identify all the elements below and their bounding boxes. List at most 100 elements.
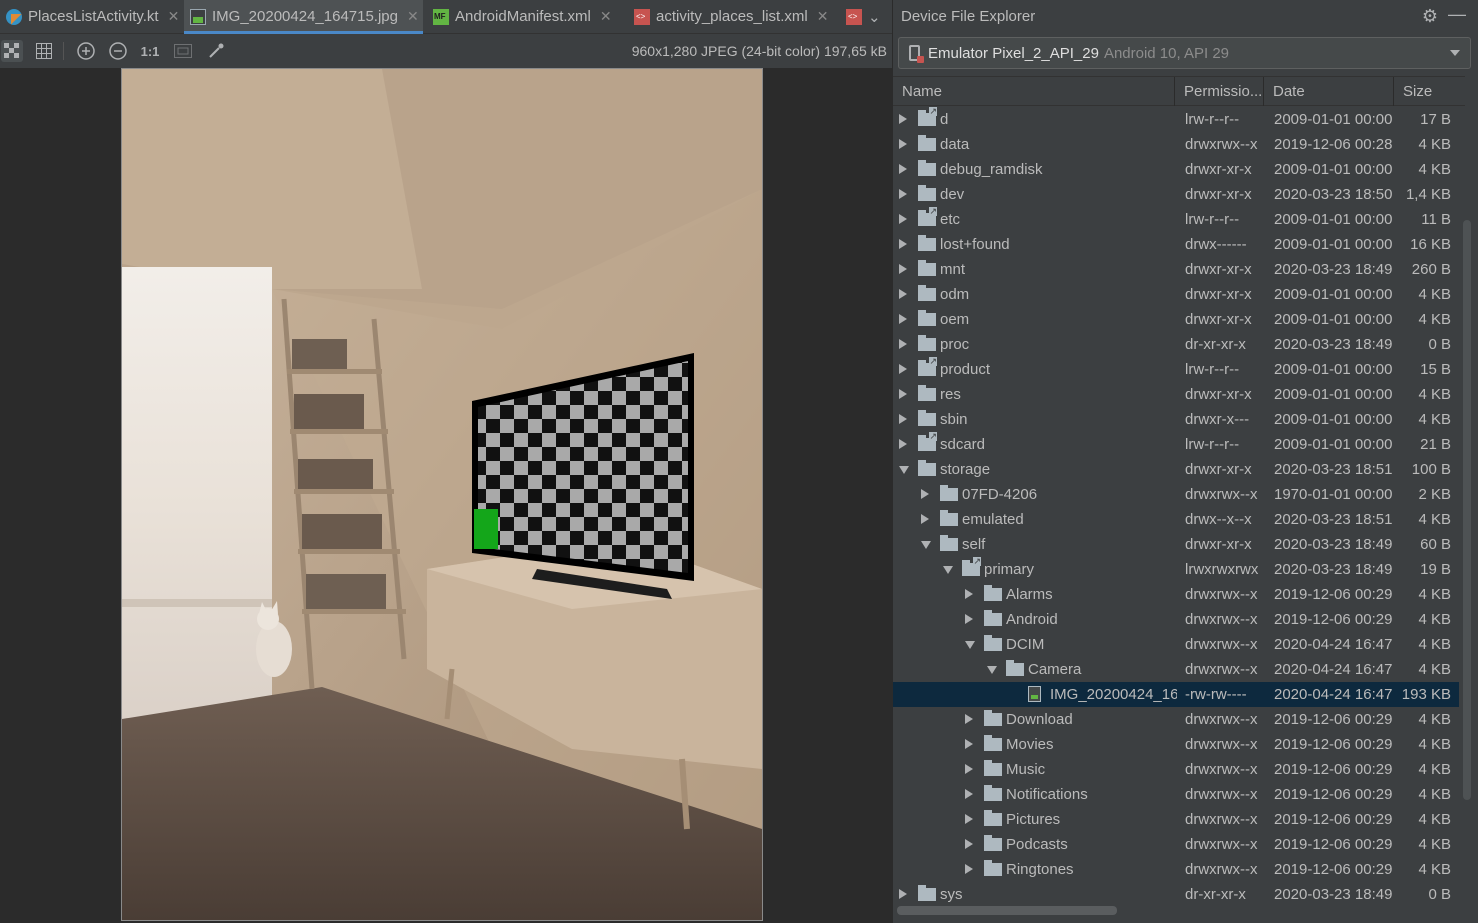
folder-row[interactable]: proc dr-xr-xr-x 2020-03-23 18:49 0 B <box>893 332 1459 357</box>
tab-list-dropdown[interactable]: ⌄ <box>862 0 886 33</box>
expand-arrow-right-icon[interactable] <box>965 714 973 724</box>
close-icon[interactable]: ✕ <box>817 8 829 25</box>
folder-row[interactable]: debug_ramdisk drwxr-xr-x 2009-01-01 00:00 4… <box>893 157 1459 182</box>
folder-row[interactable]: DCIM drwxrwx--x 2020-04-24 16:47 4 KB <box>893 632 1459 657</box>
column-header-permissions[interactable]: Permissio... <box>1184 83 1262 100</box>
expand-arrow-down-icon[interactable] <box>943 566 953 574</box>
column-header-name[interactable]: Name <box>902 83 942 100</box>
folder-row[interactable]: res drwxr-xr-x 2009-01-01 00:00 4 KB <box>893 382 1459 407</box>
expand-arrow-right-icon[interactable] <box>921 514 929 524</box>
grid-button[interactable] <box>33 40 55 62</box>
folder-row[interactable]: Android drwxrwx--x 2019-12-06 00:29 4 KB <box>893 607 1459 632</box>
expand-arrow-right-icon[interactable] <box>965 764 973 774</box>
expand-arrow-right-icon[interactable] <box>965 814 973 824</box>
folder-row[interactable]: Camera drwxrwx--x 2020-04-24 16:47 4 KB <box>893 657 1459 682</box>
folder-row[interactable]: self drwxr-xr-x 2020-03-23 18:49 60 B <box>893 532 1459 557</box>
folder-row[interactable]: sbin drwxr-x--- 2009-01-01 00:00 4 KB <box>893 407 1459 432</box>
expand-arrow-right-icon[interactable] <box>899 114 907 124</box>
folder-row[interactable]: lost+found drwx------ 2009-01-01 00:00 16 K… <box>893 232 1459 257</box>
entry-date: 2019-12-06 00:28 <box>1274 136 1393 153</box>
actual-size-button[interactable]: 1:1 <box>139 40 161 62</box>
folder-row[interactable]: Alarms drwxrwx--x 2019-12-06 00:29 4 KB <box>893 582 1459 607</box>
folder-row[interactable]: Podcasts drwxrwx--x 2019-12-06 00:29 4 KB <box>893 832 1459 857</box>
expand-arrow-right-icon[interactable] <box>899 364 907 374</box>
folder-row[interactable]: dev drwxr-xr-x 2020-03-23 18:50 1,4 KB <box>893 182 1459 207</box>
entry-name: data <box>940 136 970 153</box>
expand-arrow-right-icon[interactable] <box>965 739 973 749</box>
entry-name: sys <box>940 886 963 902</box>
column-header-size[interactable]: Size <box>1403 83 1432 100</box>
folder-icon <box>984 835 1002 851</box>
expand-arrow-right-icon[interactable] <box>899 189 907 199</box>
expand-arrow-right-icon[interactable] <box>899 214 907 224</box>
column-divider[interactable] <box>1263 77 1264 106</box>
folder-icon <box>984 760 1002 776</box>
tab-img-20200424[interactable]: IMG_20200424_164715.jpg ✕ <box>184 0 423 34</box>
folder-row[interactable]: sdcard lrw-r--r-- 2009-01-01 00:00 21 B <box>893 432 1459 457</box>
minimize-icon[interactable]: — <box>1448 4 1466 25</box>
close-icon[interactable]: ✕ <box>407 8 419 25</box>
folder-row[interactable]: 07FD-4206 drwxrwx--x 1970-01-01 00:00 2 KB <box>893 482 1459 507</box>
expand-arrow-right-icon[interactable] <box>965 864 973 874</box>
close-icon[interactable]: ✕ <box>600 8 612 25</box>
zoom-in-button[interactable] <box>75 40 97 62</box>
expand-arrow-right-icon[interactable] <box>921 489 929 499</box>
expand-arrow-right-icon[interactable] <box>899 314 907 324</box>
folder-row[interactable]: product lrw-r--r-- 2009-01-01 00:00 15 B <box>893 357 1459 382</box>
tab-android-manifest[interactable]: AndroidManifest.xml ✕ <box>427 0 624 33</box>
expand-arrow-right-icon[interactable] <box>965 589 973 599</box>
folder-row[interactable]: Ringtones drwxrwx--x 2019-12-06 00:29 4 KB <box>893 857 1459 882</box>
tab-places-list-activity[interactable]: PlacesListActivity.kt ✕ <box>0 0 182 33</box>
column-header-date[interactable]: Date <box>1273 83 1305 100</box>
expand-arrow-down-icon[interactable] <box>921 541 931 549</box>
folder-row[interactable]: storage drwxr-xr-x 2020-03-23 18:51 100 B <box>893 457 1459 482</box>
folder-row[interactable]: oem drwxr-xr-x 2009-01-01 00:00 4 KB <box>893 307 1459 332</box>
folder-row[interactable]: Notifications drwxrwx--x 2019-12-06 00:29 4… <box>893 782 1459 807</box>
expand-arrow-right-icon[interactable] <box>899 139 907 149</box>
folder-row[interactable]: mnt drwxr-xr-x 2020-03-23 18:49 260 B <box>893 257 1459 282</box>
folder-row[interactable]: Music drwxrwx--x 2019-12-06 00:29 4 KB <box>893 757 1459 782</box>
folder-row[interactable]: data drwxrwx--x 2019-12-06 00:28 4 KB <box>893 132 1459 157</box>
expand-arrow-right-icon[interactable] <box>899 439 907 449</box>
folder-row[interactable]: d lrw-r--r-- 2009-01-01 00:00 17 B <box>893 107 1459 132</box>
chessboard-background-button[interactable] <box>1 40 23 62</box>
expand-arrow-right-icon[interactable] <box>965 614 973 624</box>
expand-arrow-right-icon[interactable] <box>899 389 907 399</box>
zoom-out-button[interactable] <box>107 40 129 62</box>
expand-arrow-right-icon[interactable] <box>899 889 907 899</box>
close-icon[interactable]: ✕ <box>168 8 180 25</box>
expand-arrow-right-icon[interactable] <box>965 839 973 849</box>
fit-to-window-button[interactable] <box>172 40 194 62</box>
folder-row[interactable]: primary lrwxrwxrwx 2020-03-23 18:49 19 B <box>893 557 1459 582</box>
expand-arrow-right-icon[interactable] <box>899 339 907 349</box>
folder-row[interactable]: sys dr-xr-xr-x 2020-03-23 18:49 0 B <box>893 882 1459 902</box>
horizontal-scrollbar[interactable] <box>897 906 1117 915</box>
folder-row[interactable]: Download drwxrwx--x 2019-12-06 00:29 4 KB <box>893 707 1459 732</box>
expand-arrow-right-icon[interactable] <box>899 264 907 274</box>
expand-arrow-right-icon[interactable] <box>899 164 907 174</box>
gear-icon[interactable]: ⚙ <box>1422 6 1438 27</box>
folder-row[interactable]: emulated drwx--x--x 2020-03-23 18:51 4 KB <box>893 507 1459 532</box>
entry-name: oem <box>940 311 970 328</box>
expand-arrow-down-icon[interactable] <box>965 641 975 649</box>
folder-row[interactable]: etc lrw-r--r-- 2009-01-01 00:00 11 B <box>893 207 1459 232</box>
folder-row[interactable]: odm drwxr-xr-x 2009-01-01 00:00 4 KB <box>893 282 1459 307</box>
folder-row[interactable]: Movies drwxrwx--x 2019-12-06 00:29 4 KB <box>893 732 1459 757</box>
expand-arrow-right-icon[interactable] <box>899 289 907 299</box>
folder-row[interactable]: Pictures drwxrwx--x 2019-12-06 00:29 4 KB <box>893 807 1459 832</box>
expand-arrow-right-icon[interactable] <box>899 239 907 249</box>
expand-arrow-right-icon[interactable] <box>965 789 973 799</box>
expand-arrow-right-icon[interactable] <box>899 414 907 424</box>
expand-arrow-down-icon[interactable] <box>899 466 909 474</box>
file-row[interactable]: IMG_20200424_164 -rw-rw---- 2020-04-24 16:… <box>893 682 1459 707</box>
color-picker-button[interactable] <box>205 40 227 62</box>
vertical-scrollbar[interactable] <box>1463 220 1471 800</box>
tab-overflow-file[interactable] <box>840 0 864 33</box>
column-divider[interactable] <box>1174 77 1175 106</box>
device-selector[interactable]: Emulator Pixel_2_API_29 Android 10, API … <box>898 37 1471 69</box>
tab-activity-places-list[interactable]: activity_places_list.xml ✕ <box>628 0 838 33</box>
column-divider[interactable] <box>1393 77 1394 106</box>
folder-link-icon <box>918 107 937 126</box>
expand-arrow-down-icon[interactable] <box>987 666 997 674</box>
entry-permissions: drwx--x--x <box>1185 511 1252 528</box>
